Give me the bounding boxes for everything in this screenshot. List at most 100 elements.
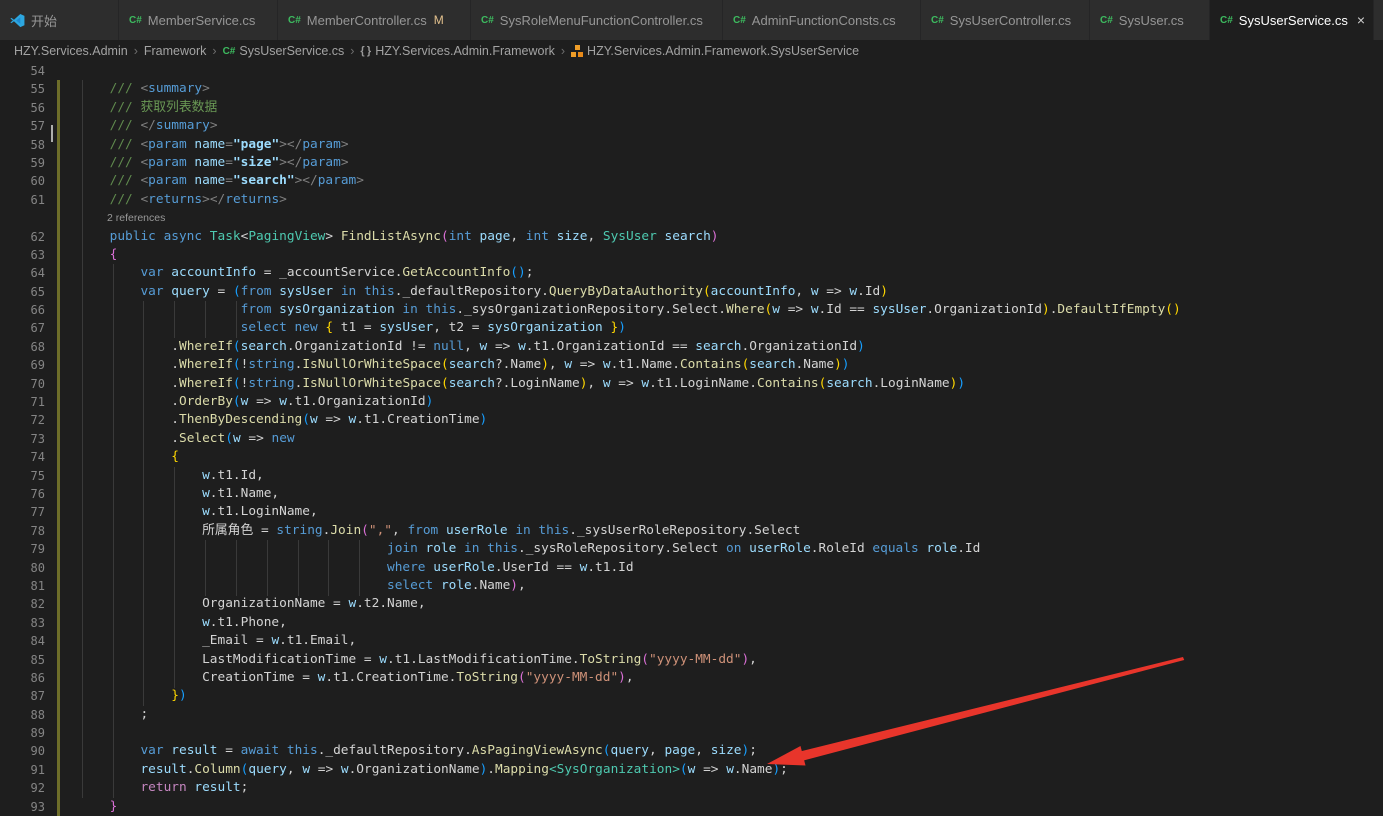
breadcrumb-separator: ›	[350, 44, 354, 58]
code-line-66[interactable]: 66 from sysOrganization in this._sysOrga…	[0, 301, 1383, 319]
code-line-89[interactable]: 89	[0, 724, 1383, 742]
code-line-77[interactable]: 77 w.t1.LoginName,	[0, 503, 1383, 521]
code-line-75[interactable]: 75 w.t1.Id,	[0, 467, 1383, 485]
code-line-79[interactable]: 79 join role in this._sysRoleRepository.…	[0, 540, 1383, 558]
line-number: 62	[0, 228, 45, 246]
line-number: 60	[0, 172, 45, 190]
breadcrumb-item[interactable]: C#SysUserService.cs	[223, 44, 345, 58]
code-line-93[interactable]: 93 }	[0, 798, 1383, 816]
breadcrumb-item[interactable]: HZY.Services.Admin.Framework.SysUserServ…	[571, 44, 859, 58]
code-line-74[interactable]: 74 {	[0, 448, 1383, 466]
code-line-87[interactable]: 87 })	[0, 687, 1383, 705]
code-line-60[interactable]: 60 /// <param name="search"></param>	[0, 172, 1383, 190]
code-line-70[interactable]: 70 .WhereIf(!string.IsNullOrWhiteSpace(s…	[0, 375, 1383, 393]
tab-开始[interactable]: 开始	[0, 0, 119, 40]
csharp-file-icon: C#	[481, 15, 494, 26]
class-icon	[571, 45, 583, 57]
line-number: 87	[0, 687, 45, 705]
code-line-73[interactable]: 73 .Select(w => new	[0, 430, 1383, 448]
code-line-54[interactable]: 54	[0, 62, 1383, 80]
code-line-86[interactable]: 86 CreationTime = w.t1.CreationTime.ToSt…	[0, 669, 1383, 687]
code-line-56[interactable]: 56 /// 获取列表数据	[0, 99, 1383, 117]
code-line-80[interactable]: 80 where userRole.UserId == w.t1.Id	[0, 559, 1383, 577]
code-line-63[interactable]: 63 {	[0, 246, 1383, 264]
vscode-logo-icon	[10, 13, 25, 28]
tab-label: MemberService.cs	[148, 13, 256, 28]
code-line-82[interactable]: 82 OrganizationName = w.t2.Name,	[0, 595, 1383, 613]
breadcrumb-separator: ›	[134, 44, 138, 58]
line-number: 90	[0, 742, 45, 760]
codelens-row[interactable]: 2 references	[0, 209, 1383, 227]
code-line-85[interactable]: 85 LastModificationTime = w.t1.LastModif…	[0, 651, 1383, 669]
tab-AdminFunctionConsts.cs[interactable]: C#AdminFunctionConsts.cs	[723, 0, 921, 40]
line-number: 65	[0, 283, 45, 301]
code-line-81[interactable]: 81 select role.Name),	[0, 577, 1383, 595]
line-number: 92	[0, 779, 45, 797]
code-line-88[interactable]: 88 ;	[0, 706, 1383, 724]
line-number: 82	[0, 595, 45, 613]
code-line-92[interactable]: 92 return result;	[0, 779, 1383, 797]
code-line-78[interactable]: 78 所属角色 = string.Join(",", from userRole…	[0, 522, 1383, 540]
line-number: 70	[0, 375, 45, 393]
code-line-72[interactable]: 72 .ThenByDescending(w => w.t1.CreationT…	[0, 411, 1383, 429]
code-line-61[interactable]: 61 /// <returns></returns>	[0, 191, 1383, 209]
line-number: 88	[0, 706, 45, 724]
breadcrumb-item[interactable]: Framework	[144, 44, 207, 58]
csharp-file-icon: C#	[129, 15, 142, 26]
csharp-file-icon: C#	[288, 15, 301, 26]
line-number: 89	[0, 724, 45, 742]
code-line-67[interactable]: 67 select new { t1 = sysUser, t2 = sysOr…	[0, 319, 1383, 337]
code-line-76[interactable]: 76 w.t1.Name,	[0, 485, 1383, 503]
code-line-55[interactable]: 55 /// <summary>	[0, 80, 1383, 98]
code-line-69[interactable]: 69 .WhereIf(!string.IsNullOrWhiteSpace(s…	[0, 356, 1383, 374]
line-number: 93	[0, 798, 45, 816]
line-number: 84	[0, 632, 45, 650]
namespace-icon: { }	[360, 45, 371, 57]
line-number: 91	[0, 761, 45, 779]
code-line-64[interactable]: 64 var accountInfo = _accountService.Get…	[0, 264, 1383, 282]
line-number: 68	[0, 338, 45, 356]
code-line-57[interactable]: 57 /// </summary>	[0, 117, 1383, 135]
code-line-58[interactable]: 58 /// <param name="page"></param>	[0, 136, 1383, 154]
code-editor[interactable]: 5455 /// <summary>56 /// 获取列表数据57 /// </…	[0, 62, 1383, 816]
line-number: 71	[0, 393, 45, 411]
tab-bar: 开始 C# MemberService.cs C# MemberController.c…	[0, 0, 1383, 40]
tab-SysUserService.cs[interactable]: C# SysUserService.cs ×	[1210, 0, 1374, 40]
tab-MemberService.cs[interactable]: C# MemberService.cs	[119, 0, 278, 40]
code-line-91[interactable]: 91 result.Column(query, w => w.Organizat…	[0, 761, 1383, 779]
csharp-file-icon: C#	[1220, 15, 1233, 26]
code-line-68[interactable]: 68 .WhereIf(search.OrganizationId != nul…	[0, 338, 1383, 356]
breadcrumb-item[interactable]: { }HZY.Services.Admin.Framework	[360, 44, 554, 58]
line-number: 72	[0, 411, 45, 429]
tab-MemberController.cs[interactable]: C#MemberController.csM	[278, 0, 471, 40]
code-line-59[interactable]: 59 /// <param name="size"></param>	[0, 154, 1383, 172]
line-number: 76	[0, 485, 45, 503]
line-number: 83	[0, 614, 45, 632]
tab-label: SysUserService.cs	[1239, 13, 1348, 28]
close-icon[interactable]: ×	[1357, 13, 1365, 27]
tab-label: SysUserController.cs	[950, 13, 1071, 28]
tab-SysRoleMenuFunctionController.cs[interactable]: C#SysRoleMenuFunctionController.cs	[471, 0, 723, 40]
code-line-83[interactable]: 83 w.t1.Phone,	[0, 614, 1383, 632]
breadcrumb-separator: ›	[561, 44, 565, 58]
line-number: 77	[0, 503, 45, 521]
code-line-90[interactable]: 90 var result = await this._defaultRepos…	[0, 742, 1383, 760]
tab-label: SysUser.cs	[1119, 13, 1184, 28]
line-number: 75	[0, 467, 45, 485]
code-line-62[interactable]: 62 public async Task<PagingView> FindLis…	[0, 228, 1383, 246]
code-line-71[interactable]: 71 .OrderBy(w => w.t1.OrganizationId)	[0, 393, 1383, 411]
line-number: 85	[0, 651, 45, 669]
tab-SysUser.cs[interactable]: C#SysUser.cs	[1090, 0, 1210, 40]
code-lines: 5455 /// <summary>56 /// 获取列表数据57 /// </…	[0, 62, 1383, 816]
line-number: 81	[0, 577, 45, 595]
tab-label: MemberController.cs	[307, 13, 427, 28]
line-number: 63	[0, 246, 45, 264]
line-number: 80	[0, 559, 45, 577]
line-number: 64	[0, 264, 45, 282]
tab-SysUserController.cs[interactable]: C# SysUserController.cs	[921, 0, 1090, 40]
code-line-65[interactable]: 65 var query = (from sysUser in this._de…	[0, 283, 1383, 301]
csharp-file-icon: C#	[931, 15, 944, 26]
code-line-84[interactable]: 84 _Email = w.t1.Email,	[0, 632, 1383, 650]
tab-partial[interactable]: {	[1374, 0, 1383, 40]
breadcrumb-item[interactable]: HZY.Services.Admin	[14, 44, 128, 58]
